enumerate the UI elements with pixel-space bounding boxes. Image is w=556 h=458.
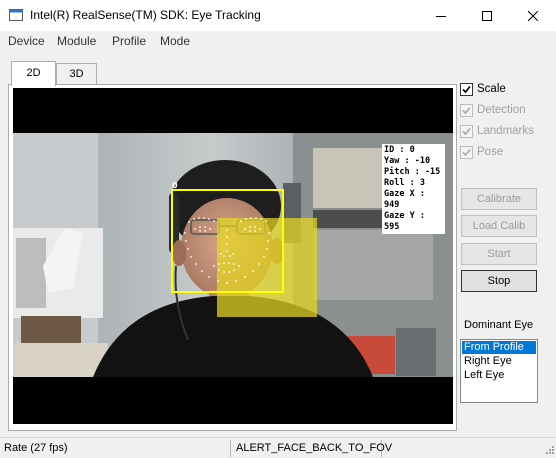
menu-profile[interactable]: Profile [112, 34, 146, 48]
detection-label: Detection [477, 104, 526, 116]
checkbox-box [460, 82, 473, 96]
checkmark-icon [462, 127, 471, 135]
hud-roll: Roll : 3 [384, 178, 425, 188]
status-bar: Rate (27 fps) ALERT_FACE_BACK_TO_FOV [0, 437, 556, 458]
calibrate-button[interactable]: Calibrate [461, 188, 537, 210]
maximize-button[interactable] [464, 0, 510, 31]
hud-yaw: Yaw : -10 [384, 156, 431, 166]
checkmark-icon [462, 106, 471, 114]
hud-gaze-x: Gaze X : 949 [384, 189, 425, 210]
hud-pitch: Pitch : -15 [384, 167, 441, 177]
list-item-right-eye[interactable]: Right Eye [462, 355, 536, 368]
minimize-button[interactable] [418, 0, 464, 31]
menu-device[interactable]: Device [8, 34, 45, 48]
checkbox-box [460, 124, 473, 138]
minimize-icon [436, 15, 446, 17]
scale-label: Scale [477, 83, 506, 95]
frame-rate-status: Rate (27 fps) [2, 440, 231, 457]
tab-2d[interactable]: 2D [11, 61, 56, 86]
window-title: Intel(R) RealSense(TM) SDK: Eye Tracking [30, 8, 261, 22]
title-bar: Intel(R) RealSense(TM) SDK: Eye Tracking [0, 0, 556, 31]
list-item-left-eye[interactable]: Left Eye [462, 369, 536, 382]
pose-gaze-readout: ID : 0 Yaw : -10 Pitch : -15 Roll : 3 Ga… [382, 144, 445, 234]
checkbox-box [460, 145, 473, 159]
landmarks-checkbox[interactable]: Landmarks [460, 123, 534, 139]
start-button[interactable]: Start [461, 243, 537, 265]
landmarks-label: Landmarks [477, 125, 534, 137]
camera-view: 0 ID : 0 Yaw : -10 Pitch : -15 Roll : 3 … [13, 88, 453, 424]
menu-module[interactable]: Module [57, 34, 96, 48]
checkbox-box [460, 103, 473, 117]
stop-button[interactable]: Stop [461, 270, 537, 292]
resize-grip-icon[interactable] [543, 445, 554, 456]
pose-checkbox[interactable]: Pose [460, 144, 503, 160]
gaze-point-box [217, 218, 317, 317]
checkmark-icon [462, 148, 471, 156]
menu-bar: Device Module Profile Mode [0, 31, 556, 51]
close-button[interactable] [510, 0, 556, 31]
detection-checkbox[interactable]: Detection [460, 102, 526, 118]
pose-label: Pose [477, 146, 504, 158]
tab-3d[interactable]: 3D [56, 63, 97, 84]
alert-status: ALERT_FACE_BACK_TO_FOV [234, 440, 392, 457]
close-icon [528, 10, 538, 21]
maximize-icon [482, 10, 492, 21]
camera-frame [13, 133, 453, 377]
face-id-label: 0 [172, 181, 178, 190]
scale-checkbox[interactable]: Scale [460, 81, 506, 97]
menu-mode[interactable]: Mode [160, 34, 190, 48]
dominant-eye-list[interactable]: From Profile Right Eye Left Eye [460, 339, 538, 403]
dominant-eye-label: Dominant Eye [464, 319, 534, 331]
checkmark-icon [462, 85, 471, 93]
hud-id: ID : 0 [384, 145, 415, 155]
app-icon [9, 9, 23, 21]
load-calib-button[interactable]: Load Calib [461, 215, 537, 237]
hud-gaze-y: Gaze Y : 595 [384, 211, 425, 232]
list-item-from-profile[interactable]: From Profile [462, 341, 536, 354]
